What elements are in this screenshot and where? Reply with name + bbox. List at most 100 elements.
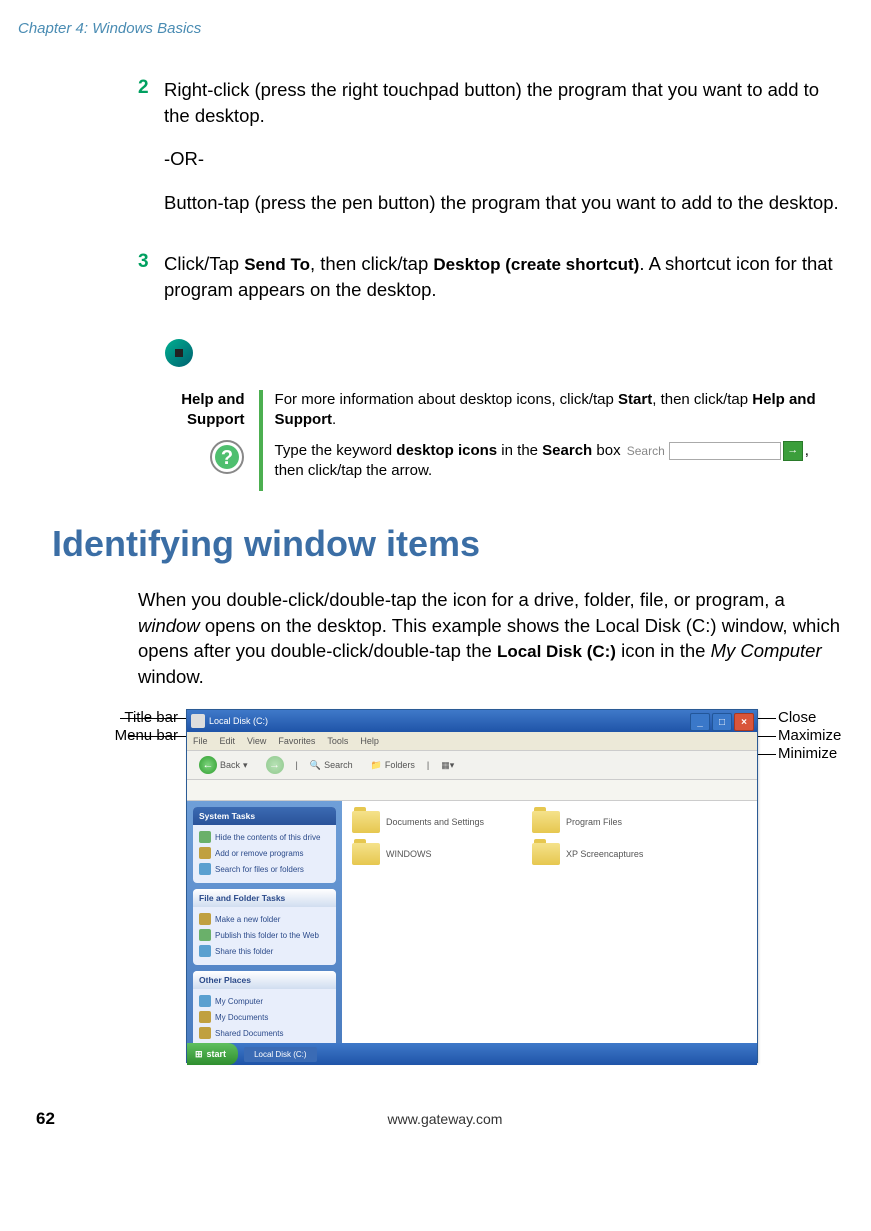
window-icon — [191, 714, 205, 728]
start-label: start — [207, 1049, 227, 1059]
step-number: 2 — [138, 77, 164, 233]
task-label: Hide the contents of this drive — [215, 833, 320, 842]
text: Click/Tap — [164, 253, 244, 274]
minimize-button[interactable]: _ — [690, 713, 710, 731]
taskbar[interactable]: ⊞ start Local Disk (C:) — [187, 1043, 757, 1065]
start-button[interactable]: ⊞ start — [187, 1043, 238, 1065]
folder-icon — [352, 843, 380, 865]
taskbar-item[interactable]: Local Disk (C:) — [244, 1047, 316, 1062]
window-toolbar: ←Back ▾ → | 🔍 Search 📁 Folders | ▦▾ — [187, 751, 757, 780]
panel-header[interactable]: System Tasks — [193, 807, 336, 825]
folder-item[interactable]: Program Files — [532, 811, 692, 833]
task-item[interactable]: Add or remove programs — [199, 845, 330, 861]
task-item[interactable]: Share this folder — [199, 943, 330, 959]
folder-item[interactable]: XP Screencaptures — [532, 843, 692, 865]
task-icon — [199, 863, 211, 875]
maximize-button[interactable]: □ — [712, 713, 732, 731]
window-term: window — [138, 615, 200, 636]
text: . — [332, 411, 336, 428]
text: When you double-click/double-tap the ico… — [138, 589, 785, 610]
place-icon — [199, 995, 211, 1007]
start-icon: ⊞ — [195, 1049, 203, 1060]
window-menu-bar[interactable]: File Edit View Favorites Tools Help — [187, 732, 757, 751]
place-label: My Documents — [215, 1013, 268, 1022]
search-button[interactable]: 🔍 Search — [304, 758, 359, 773]
start-label: Start — [618, 391, 652, 408]
place-item[interactable]: My Computer — [199, 993, 330, 1009]
close-button[interactable]: × — [734, 713, 754, 731]
folder-label: Program Files — [566, 817, 622, 827]
callout-minimize: Minimize — [778, 745, 837, 762]
desktop-shortcut-label: Desktop (create shortcut) — [433, 255, 639, 274]
search-widget-arrow-icon: → — [783, 441, 803, 461]
panel-header[interactable]: File and Folder Tasks — [193, 889, 336, 907]
help-title: Help and Support — [150, 390, 245, 429]
callout-maximize: Maximize — [778, 727, 841, 744]
folder-label: WINDOWS — [386, 849, 432, 859]
task-label: Add or remove programs — [215, 849, 303, 858]
step-2-p2: Button-tap (press the pen button) the pr… — [164, 190, 843, 216]
forward-icon: → — [266, 756, 284, 774]
window-sidebar: System Tasks Hide the contents of this d… — [187, 801, 342, 1043]
menu-favorites[interactable]: Favorites — [278, 736, 315, 746]
folder-icon — [352, 811, 380, 833]
back-icon: ← — [199, 756, 217, 774]
menu-edit[interactable]: Edit — [220, 736, 236, 746]
search-btn-label: Search — [324, 760, 353, 770]
folder-item[interactable]: Documents and Settings — [352, 811, 512, 833]
text: For more information about desktop icons… — [275, 391, 619, 408]
text: Type the keyword — [275, 442, 397, 459]
help-icon: ? — [150, 439, 245, 475]
callout-line — [120, 718, 186, 719]
send-to-label: Send To — [244, 255, 310, 274]
place-item[interactable]: Shared Documents — [199, 1025, 330, 1041]
menu-view[interactable]: View — [247, 736, 266, 746]
folder-label: XP Screencaptures — [566, 849, 643, 859]
place-item[interactable]: My Documents — [199, 1009, 330, 1025]
toolbar-sep: | — [296, 760, 298, 770]
task-item[interactable]: Search for files or folders — [199, 861, 330, 877]
help-p2: Type the keyword desktop icons in the Se… — [275, 441, 823, 482]
place-label: Shared Documents — [215, 1029, 283, 1038]
menu-help[interactable]: Help — [360, 736, 379, 746]
task-icon — [199, 831, 211, 843]
forward-button[interactable]: → — [260, 754, 290, 776]
search-widget-label: Search — [627, 443, 665, 459]
menu-file[interactable]: File — [193, 736, 208, 746]
views-button[interactable]: ▦▾ — [435, 758, 460, 773]
window-content[interactable]: Documents and Settings Program Files WIN… — [342, 801, 757, 1043]
task-item[interactable]: Hide the contents of this drive — [199, 829, 330, 845]
window-title-text: Local Disk (C:) — [209, 716, 268, 726]
step-body: Click/Tap Send To, then click/tap Deskto… — [164, 251, 843, 320]
folder-icon — [532, 811, 560, 833]
help-and-support-box: Help and Support ? For more information … — [150, 390, 823, 491]
callout-line — [128, 736, 186, 737]
task-icon — [199, 847, 211, 859]
text: in the — [497, 442, 542, 459]
footer-url: www.gateway.com — [55, 1111, 835, 1127]
folders-button[interactable]: 📁 Folders — [365, 758, 421, 773]
task-label: Publish this folder to the Web — [215, 931, 319, 940]
window-title-bar[interactable]: Local Disk (C:) _ □ × — [187, 710, 757, 732]
section-heading: Identifying window items — [52, 523, 853, 565]
text: window. — [138, 666, 204, 687]
folder-item[interactable]: WINDOWS — [352, 843, 512, 865]
page-number: 62 — [36, 1109, 55, 1129]
place-icon — [199, 1027, 211, 1039]
svg-text:?: ? — [220, 447, 232, 469]
end-of-steps-icon — [164, 338, 853, 368]
text: , then click/tap — [310, 253, 433, 274]
menu-tools[interactable]: Tools — [327, 736, 348, 746]
back-button[interactable]: ←Back ▾ — [193, 754, 254, 776]
window-figure: Title bar Menu bar Close Maximize Minimi… — [58, 709, 853, 1069]
section-body: When you double-click/double-tap the ico… — [138, 587, 847, 689]
folder-icon — [532, 843, 560, 865]
task-item[interactable]: Make a new folder — [199, 911, 330, 927]
keyword: desktop icons — [396, 442, 497, 459]
panel-header[interactable]: Other Places — [193, 971, 336, 989]
task-item[interactable]: Publish this folder to the Web — [199, 927, 330, 943]
step-2: 2 Right-click (press the right touchpad … — [138, 77, 843, 233]
task-label: Make a new folder — [215, 915, 280, 924]
address-bar[interactable] — [187, 780, 757, 801]
back-label: Back — [220, 760, 240, 770]
